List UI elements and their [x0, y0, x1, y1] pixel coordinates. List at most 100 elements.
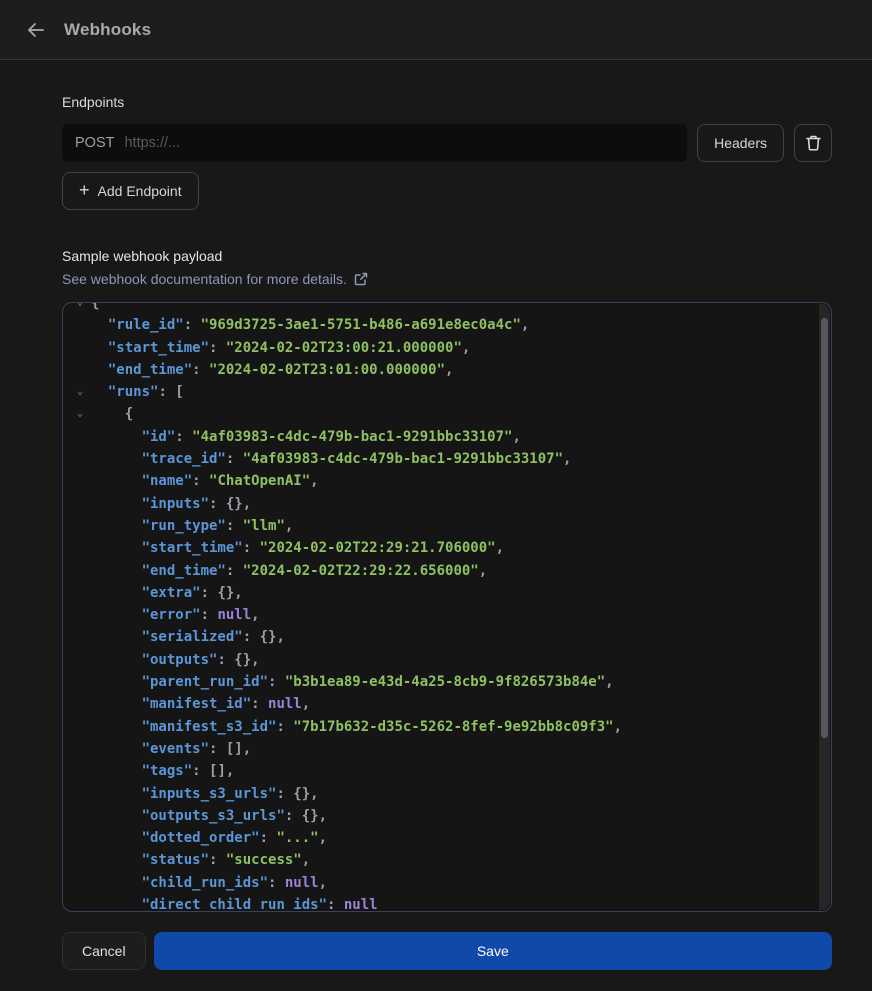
json-punctuation: : {}, — [201, 585, 243, 601]
headers-button-label: Headers — [714, 135, 767, 151]
gutter — [69, 560, 91, 582]
code-line: "outputs_s3_urls": {}, — [69, 805, 831, 827]
json-punctuation: : — [268, 674, 285, 690]
json-punctuation — [91, 340, 108, 356]
code-line: "id": "4af03983-c4dc-479b-bac1-9291bbc33… — [69, 426, 831, 448]
json-punctuation — [91, 875, 142, 891]
gutter — [69, 872, 91, 894]
gutter — [69, 693, 91, 715]
json-string-value: "ChatOpenAI" — [209, 473, 310, 489]
endpoint-url-placeholder: https://... — [124, 135, 180, 151]
gutter — [69, 537, 91, 559]
json-punctuation: : [ — [158, 384, 183, 400]
json-punctuation: , — [251, 607, 259, 623]
json-punctuation — [91, 362, 108, 378]
code-line: "extra": {}, — [69, 582, 831, 604]
json-punctuation: : — [184, 317, 201, 333]
delete-endpoint-button[interactable] — [794, 124, 832, 162]
json-punctuation — [91, 451, 142, 467]
trash-icon — [805, 134, 822, 152]
json-punctuation — [91, 384, 108, 400]
code-line: "start_time": "2024-02-02T22:29:21.70600… — [69, 537, 831, 559]
gutter — [69, 493, 91, 515]
json-punctuation: : — [268, 875, 285, 891]
json-punctuation — [91, 518, 142, 534]
json-punctuation: , — [479, 563, 487, 579]
gutter — [69, 849, 91, 871]
code-line: "status": "success", — [69, 849, 831, 871]
gutter — [69, 582, 91, 604]
payload-title: Sample webhook payload — [62, 248, 832, 264]
json-key: "inputs" — [142, 496, 209, 512]
json-punctuation: : — [226, 518, 243, 534]
gutter — [69, 314, 91, 336]
arrow-left-icon — [26, 20, 46, 40]
documentation-link-label: See webhook documentation for more detai… — [62, 271, 347, 287]
gutter — [69, 894, 91, 912]
json-punctuation: , — [302, 696, 310, 712]
json-string-value: "4af03983-c4dc-479b-bac1-9291bbc33107" — [243, 451, 563, 467]
add-endpoint-button[interactable]: + Add Endpoint — [62, 172, 199, 210]
fold-chevron-icon[interactable]: ⌄ — [69, 403, 91, 425]
gutter — [69, 337, 91, 359]
json-punctuation: , — [310, 473, 318, 489]
gutter — [69, 738, 91, 760]
json-key: "dotted_order" — [142, 830, 260, 846]
json-punctuation: , — [605, 674, 613, 690]
endpoint-url-input[interactable]: POST https://... — [62, 124, 687, 162]
json-punctuation: { — [91, 302, 99, 311]
json-key: "runs" — [108, 384, 159, 400]
fold-chevron-icon[interactable]: ⌄ — [69, 302, 91, 314]
json-punctuation: : — [192, 362, 209, 378]
add-endpoint-label: Add Endpoint — [98, 183, 182, 199]
code-line: "events": [], — [69, 738, 831, 760]
gutter — [69, 671, 91, 693]
json-key: "rule_id" — [108, 317, 184, 333]
gutter — [69, 359, 91, 381]
code-line: "error": null, — [69, 604, 831, 626]
json-string-value: "4af03983-c4dc-479b-bac1-9291bbc33107" — [192, 429, 512, 445]
code-line: "name": "ChatOpenAI", — [69, 470, 831, 492]
json-punctuation: : — [243, 540, 260, 556]
json-key: "parent_run_id" — [142, 674, 268, 690]
json-key: "error" — [142, 607, 201, 623]
gutter — [69, 470, 91, 492]
json-punctuation — [91, 652, 142, 668]
gutter — [69, 604, 91, 626]
code-line: "end_time": "2024-02-02T22:29:22.656000"… — [69, 560, 831, 582]
code-line: "parent_run_id": "b3b1ea89-e43d-4a25-8cb… — [69, 671, 831, 693]
json-key: "name" — [142, 473, 193, 489]
json-punctuation — [91, 741, 142, 757]
code-line: "manifest_id": null, — [69, 693, 831, 715]
editor-scrollbar-thumb[interactable] — [821, 318, 828, 738]
http-method-label: POST — [75, 135, 114, 151]
json-key: "extra" — [142, 585, 201, 601]
main-content: Endpoints POST https://... Headers + Add… — [0, 60, 872, 991]
headers-button[interactable]: Headers — [697, 124, 784, 162]
json-punctuation: : {}, — [276, 786, 318, 802]
json-string-value: "2024-02-02T22:29:22.656000" — [243, 563, 479, 579]
json-punctuation — [91, 719, 142, 735]
documentation-link[interactable]: See webhook documentation for more detai… — [62, 271, 368, 287]
json-punctuation — [91, 897, 142, 912]
json-punctuation: : — [260, 830, 277, 846]
json-key: "events" — [142, 741, 209, 757]
code-line: "end_time": "2024-02-02T23:01:00.000000"… — [69, 359, 831, 381]
json-punctuation — [91, 540, 142, 556]
json-punctuation: : {}, — [209, 496, 251, 512]
json-punctuation — [91, 763, 142, 779]
save-button[interactable]: Save — [154, 932, 832, 970]
json-punctuation: : — [209, 340, 226, 356]
json-string-value: "success" — [226, 852, 302, 868]
cancel-button[interactable]: Cancel — [62, 932, 146, 970]
json-key: "status" — [142, 852, 209, 868]
json-key: "run_type" — [142, 518, 226, 534]
json-punctuation: , — [521, 317, 529, 333]
payload-editor[interactable]: ⌄{ "rule_id": "969d3725-3ae1-5751-b486-a… — [62, 302, 832, 912]
code-line: "child_run_ids": null, — [69, 872, 831, 894]
editor-scrollbar[interactable] — [819, 304, 830, 910]
fold-chevron-icon[interactable]: ⌄ — [69, 381, 91, 403]
back-button[interactable] — [22, 16, 50, 44]
json-punctuation: : — [209, 852, 226, 868]
json-null-value: null — [344, 897, 378, 912]
